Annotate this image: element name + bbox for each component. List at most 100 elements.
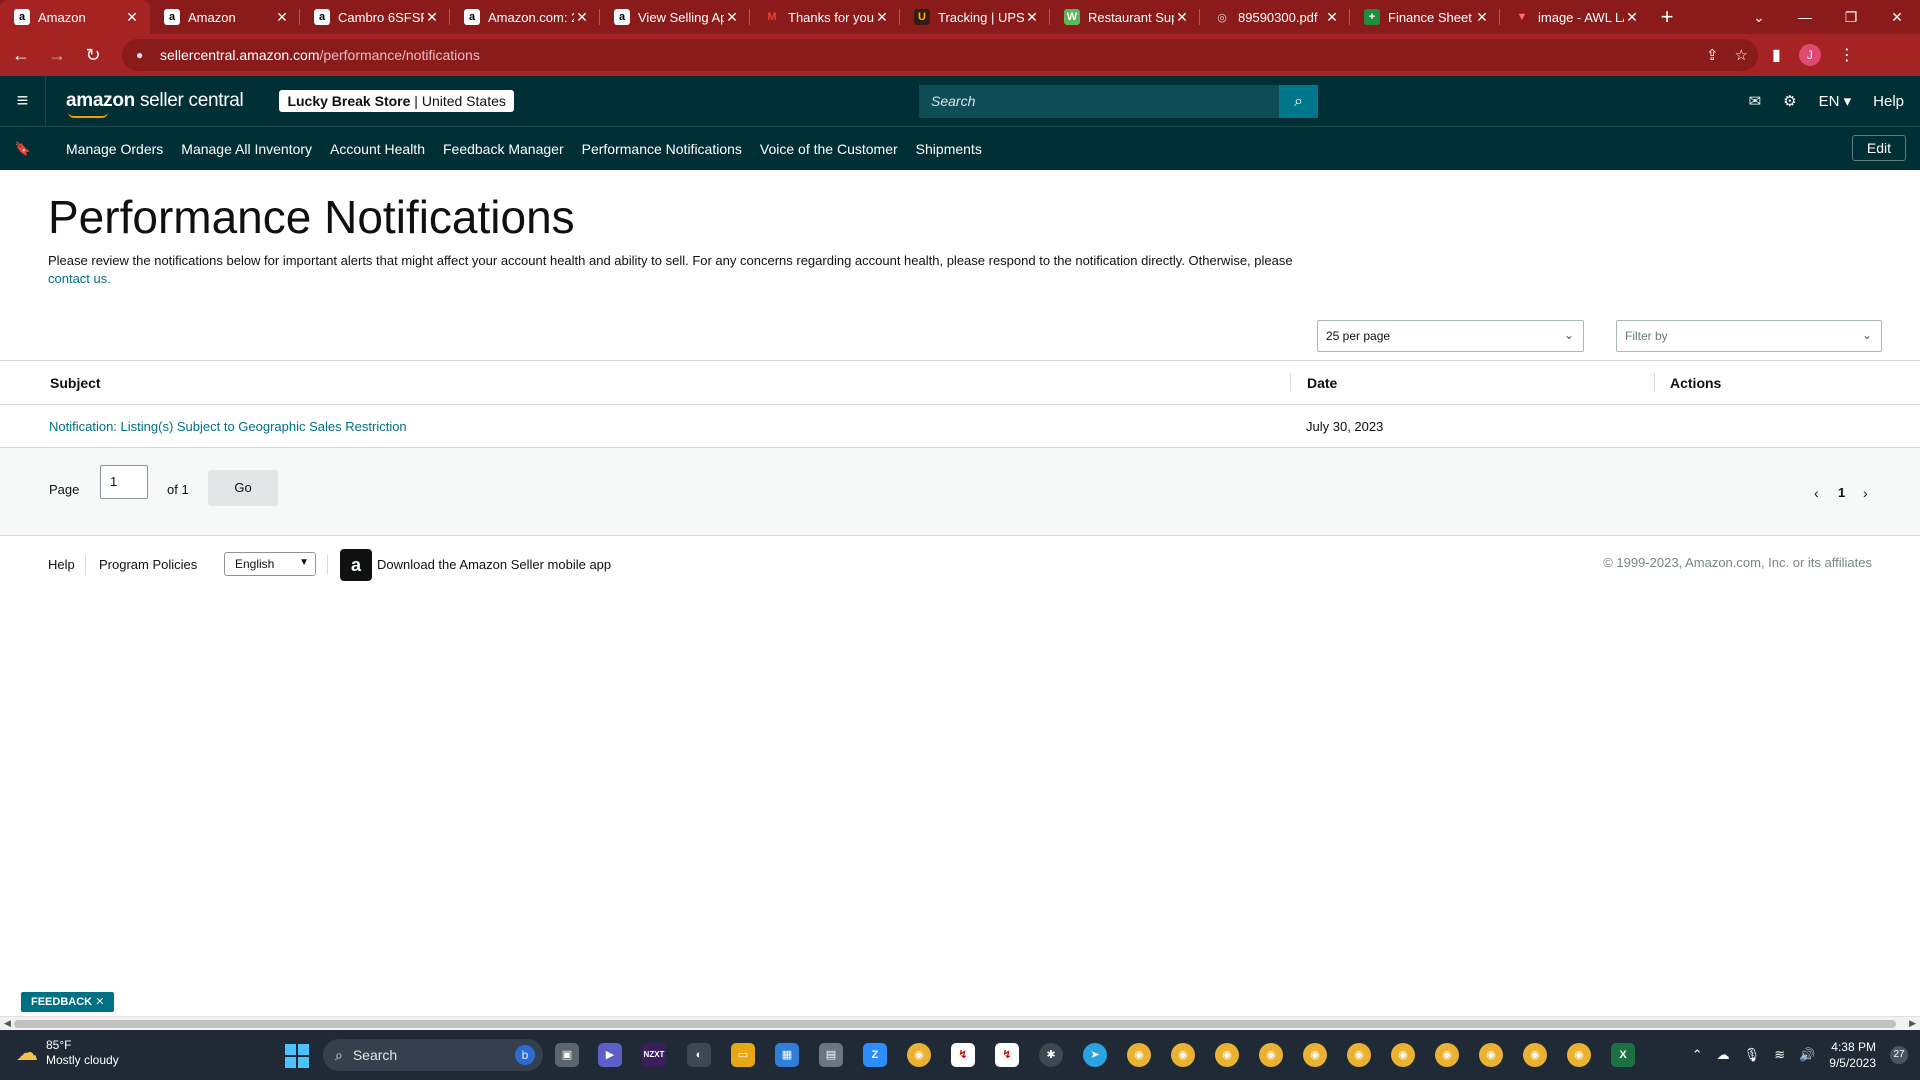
volume-icon[interactable]: 🔊 (1799, 1047, 1815, 1063)
wifi-icon[interactable]: ≋ (1774, 1047, 1785, 1063)
close-icon[interactable]: ✕ (274, 9, 290, 26)
chrome-icon[interactable]: ◉ (1303, 1043, 1327, 1067)
app-icon[interactable]: ◐ (687, 1043, 711, 1067)
close-icon[interactable]: ✕ (874, 9, 890, 26)
feedback-button[interactable]: FEEDBACK ✕ (21, 992, 115, 1012)
start-icon[interactable] (285, 1044, 309, 1068)
chrome-icon[interactable]: ◉ (1347, 1043, 1371, 1067)
slack-icon[interactable]: ✱ (1039, 1043, 1063, 1067)
minimize-icon[interactable]: — (1782, 9, 1828, 25)
chevron-up-icon[interactable]: ⌃ (1692, 1047, 1703, 1063)
task-view-icon[interactable]: ▣ (555, 1043, 579, 1067)
previous-page-icon[interactable]: ‹ (1814, 485, 1819, 501)
reload-icon[interactable]: ↻ (78, 45, 108, 66)
site-info-icon[interactable]: ● (136, 48, 150, 62)
tab-restaurant-supply[interactable]: W Restaurant Supp ✕ (1050, 0, 1200, 34)
tab-amazon-active[interactable]: a Amazon ✕ (0, 0, 150, 34)
tab-finance-sheet[interactable]: + Finance Sheet - ✕ (1350, 0, 1500, 34)
share-icon[interactable]: ⇪ (1706, 46, 1719, 64)
forward-icon[interactable]: → (42, 45, 72, 66)
help-link[interactable]: Help (1873, 93, 1904, 110)
taskbar-search[interactable]: ⌕ Search b (323, 1039, 543, 1071)
chrome-icon[interactable]: ◉ (1523, 1043, 1547, 1067)
chrome-icon[interactable]: ◉ (1567, 1043, 1591, 1067)
seller-central-logo[interactable]: amazon seller central (66, 90, 244, 118)
close-icon[interactable]: ✕ (724, 9, 740, 26)
chrome-icon[interactable]: ◉ (1479, 1043, 1503, 1067)
scrollbar-thumb[interactable] (14, 1020, 1896, 1028)
close-icon[interactable]: ✕ (1624, 9, 1640, 26)
tab-amazon[interactable]: a Amazon ✕ (150, 0, 300, 34)
chrome-icon[interactable]: ◉ (1215, 1043, 1239, 1067)
page-number-input[interactable]: 1 (100, 465, 148, 499)
mail-icon[interactable]: ✉ (1749, 92, 1762, 110)
clock[interactable]: 4:38 PM 9/5/2023 (1829, 1039, 1876, 1071)
nav-manage-inventory[interactable]: Manage All Inventory (181, 141, 312, 157)
store-switcher[interactable]: Lucky Break Store | United States (279, 90, 514, 112)
weather-widget[interactable]: ☁ 85°F Mostly cloudy (16, 1038, 119, 1068)
bookmark-icon[interactable]: 🔖 (0, 141, 46, 157)
back-icon[interactable]: ← (6, 45, 36, 66)
bing-icon[interactable]: b (515, 1045, 535, 1065)
program-policies-link[interactable]: Program Policies (99, 557, 197, 572)
seller-app-icon[interactable]: a (340, 549, 372, 581)
filter-select[interactable]: Filter by ⌄ (1616, 320, 1882, 352)
edit-bookmarks-button[interactable]: Edit (1851, 135, 1906, 161)
close-icon[interactable]: ✕ (124, 9, 140, 26)
current-page-number[interactable]: 1 (1838, 485, 1845, 500)
calculator-icon[interactable]: ▤ (819, 1043, 843, 1067)
hamburger-menu-icon[interactable]: ≡ (0, 76, 46, 126)
close-icon[interactable]: ✕ (95, 996, 104, 1008)
footer-language-select[interactable]: English ▼ (224, 552, 316, 576)
file-explorer-icon[interactable]: ▭ (731, 1043, 755, 1067)
close-icon[interactable]: ✕ (1474, 9, 1490, 26)
nav-manage-orders[interactable]: Manage Orders (66, 141, 163, 157)
close-icon[interactable]: ✕ (1324, 9, 1340, 26)
per-page-select[interactable]: 25 per page ⌄ (1317, 320, 1584, 352)
teams-icon[interactable]: ▶ (598, 1043, 622, 1067)
notification-subject-link[interactable]: Notification: Listing(s) Subject to Geog… (49, 419, 407, 434)
app-icon[interactable]: ↯ (995, 1043, 1019, 1067)
profile-avatar[interactable]: J (1798, 44, 1821, 66)
gear-icon[interactable]: ⚙ (1783, 92, 1796, 110)
chrome-icon[interactable]: ◉ (1171, 1043, 1195, 1067)
window-close-icon[interactable]: ✕ (1874, 9, 1920, 26)
search-input[interactable]: Search (919, 85, 1279, 118)
scroll-left-icon[interactable]: ◀ (4, 1018, 11, 1029)
tab-gmail[interactable]: M Thanks for your ✕ (750, 0, 900, 34)
notification-badge[interactable]: 27 (1890, 1046, 1908, 1064)
calendar-icon[interactable]: ▦ (775, 1043, 799, 1067)
bookmark-star-icon[interactable]: ☆ (1735, 46, 1748, 64)
nav-feedback-manager[interactable]: Feedback Manager (443, 141, 564, 157)
language-selector[interactable]: EN ▾ (1819, 92, 1852, 110)
close-icon[interactable]: ✕ (1174, 9, 1190, 26)
telegram-icon[interactable]: ➤ (1083, 1043, 1107, 1067)
scroll-right-icon[interactable]: ▶ (1909, 1018, 1916, 1029)
download-app-link[interactable]: Download the Amazon Seller mobile app (377, 557, 611, 572)
side-panel-icon[interactable]: ▮ (1772, 45, 1781, 65)
go-button[interactable]: Go (208, 470, 278, 506)
contact-us-link[interactable]: contact us. (48, 271, 111, 286)
tab-cambro[interactable]: a Cambro 6SFSPP ✕ (300, 0, 450, 34)
footer-help-link[interactable]: Help (48, 557, 75, 572)
nav-account-health[interactable]: Account Health (330, 141, 425, 157)
close-icon[interactable]: ✕ (1024, 9, 1040, 26)
url-field[interactable]: ● sellercentral.amazon.com/performance/n… (122, 39, 1758, 71)
zoom-icon[interactable]: Z (863, 1043, 887, 1067)
close-icon[interactable]: ✕ (574, 9, 590, 26)
tab-search-icon[interactable]: ⌄ (1736, 9, 1782, 26)
chrome-icon[interactable]: ◉ (1127, 1043, 1151, 1067)
microphone-icon[interactable]: 🎙 (1744, 1047, 1761, 1063)
new-tab-icon[interactable]: + (1650, 4, 1684, 30)
tab-pdf[interactable]: ◎ 89590300.pdf ✕ (1200, 0, 1350, 34)
chrome-icon[interactable]: ◉ (1391, 1043, 1415, 1067)
nzxt-icon[interactable]: NZXT (642, 1043, 666, 1067)
tab-image[interactable]: ▼ image - AWL LA ✕ (1500, 0, 1650, 34)
chrome-icon[interactable]: ◉ (1259, 1043, 1283, 1067)
next-page-icon[interactable]: › (1863, 485, 1868, 501)
tab-ups[interactable]: U Tracking | UPS - ✕ (900, 0, 1050, 34)
app-icon[interactable]: ↯ (951, 1043, 975, 1067)
nav-voice-of-customer[interactable]: Voice of the Customer (760, 141, 898, 157)
onedrive-icon[interactable]: ☁ (1717, 1047, 1730, 1063)
tab-amazon-com[interactable]: a Amazon.com: 2 ✕ (450, 0, 600, 34)
